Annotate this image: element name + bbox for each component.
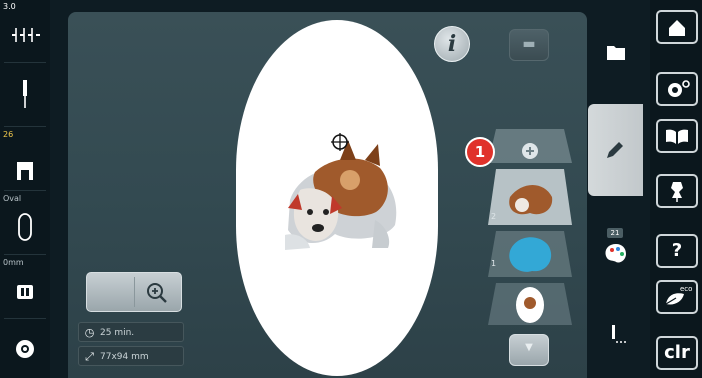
eco-icon: eco bbox=[665, 285, 692, 305]
settings-icon bbox=[668, 80, 690, 97]
layer-2-item[interactable] bbox=[488, 169, 572, 225]
bobbin-icon bbox=[16, 340, 34, 358]
crosshair-icon bbox=[331, 133, 349, 151]
colors-count-badge: 21 bbox=[607, 228, 623, 238]
feed-dog-value: 0mm bbox=[3, 258, 24, 267]
embroidery-stage: i ▬ 2 1 1 ◷ 25 min. ⤢ 77x94 mm ▼ bbox=[68, 12, 587, 378]
hoop-cell[interactable]: Oval bbox=[0, 192, 50, 252]
tab-stitch[interactable] bbox=[588, 322, 644, 352]
info-button[interactable]: i bbox=[434, 26, 470, 62]
dash-icon: ▬ bbox=[522, 36, 536, 52]
presser-foot-cell[interactable]: 26 bbox=[0, 128, 50, 188]
needle-cell[interactable] bbox=[0, 64, 50, 124]
zoom-icon bbox=[147, 283, 167, 303]
system-toolbar: ? eco clr bbox=[650, 0, 702, 378]
pencil-icon bbox=[607, 142, 623, 158]
home-icon bbox=[669, 20, 685, 36]
hoop-value: Oval bbox=[3, 194, 22, 203]
callout-badge: 1 bbox=[465, 137, 495, 167]
presser-foot-value: 26 bbox=[3, 130, 14, 139]
status-bar: 3.0 26 Oval 0mm bbox=[0, 0, 50, 378]
design-size-display: ⤢ 77x94 mm bbox=[78, 346, 184, 366]
eco-label: eco bbox=[680, 285, 692, 293]
home-button[interactable] bbox=[656, 10, 698, 44]
tutorial-button[interactable] bbox=[656, 119, 698, 153]
stitch-length-value: 3.0 bbox=[3, 2, 16, 11]
palette-icon bbox=[605, 244, 626, 263]
base-layer-item[interactable] bbox=[488, 283, 572, 325]
add-layer-item[interactable] bbox=[488, 129, 572, 163]
tab-open-file[interactable] bbox=[588, 40, 644, 68]
tab-edit[interactable] bbox=[588, 104, 643, 196]
eco-button[interactable]: eco bbox=[656, 280, 698, 314]
layer-1-index: 1 bbox=[491, 259, 497, 268]
clear-icon: clr bbox=[664, 342, 690, 363]
presser-foot-icon bbox=[17, 162, 33, 180]
hoop-icon bbox=[18, 213, 32, 241]
needle-stitch-icon bbox=[612, 325, 626, 343]
stitch-time-display: ◷ 25 min. bbox=[78, 322, 184, 342]
tab-colors[interactable] bbox=[588, 240, 644, 268]
book-icon bbox=[666, 129, 688, 144]
stitch-time-text: 25 min. bbox=[100, 327, 135, 338]
layer-stack bbox=[488, 129, 572, 325]
size-icon: ⤢ bbox=[85, 350, 94, 363]
stitch-icon bbox=[12, 28, 40, 42]
settings-button[interactable] bbox=[656, 72, 698, 106]
dress-form-icon bbox=[671, 182, 683, 202]
zoom-button[interactable] bbox=[86, 272, 182, 312]
feed-dog-icon bbox=[17, 285, 33, 299]
clear-button[interactable]: clr bbox=[656, 336, 698, 370]
layer-up-button[interactable]: ▬ bbox=[509, 29, 549, 61]
folder-icon bbox=[607, 46, 625, 60]
creative-consultant-button[interactable] bbox=[656, 174, 698, 208]
layer-2-index: 2 bbox=[491, 212, 497, 221]
needle-icon bbox=[23, 80, 27, 108]
feed-dog-cell[interactable]: 0mm bbox=[0, 256, 50, 316]
layer-down-button[interactable]: ▼ bbox=[509, 334, 549, 366]
help-button[interactable]: ? bbox=[656, 234, 698, 268]
stitch-length-cell[interactable]: 3.0 bbox=[0, 0, 50, 60]
design-size-text: 77x94 mm bbox=[100, 351, 149, 362]
info-icon: i bbox=[447, 31, 457, 57]
bobbin-cell[interactable] bbox=[0, 320, 50, 378]
clock-icon: ◷ bbox=[84, 326, 95, 339]
chevron-down-icon: ▼ bbox=[525, 342, 533, 353]
embroidery-screen: 3.0 26 Oval 0mm i ▬ 2 1 1 ◷ 25 min. ⤢ 77… bbox=[0, 0, 702, 378]
layer-1-item[interactable] bbox=[488, 231, 572, 277]
help-icon: ? bbox=[671, 240, 683, 261]
